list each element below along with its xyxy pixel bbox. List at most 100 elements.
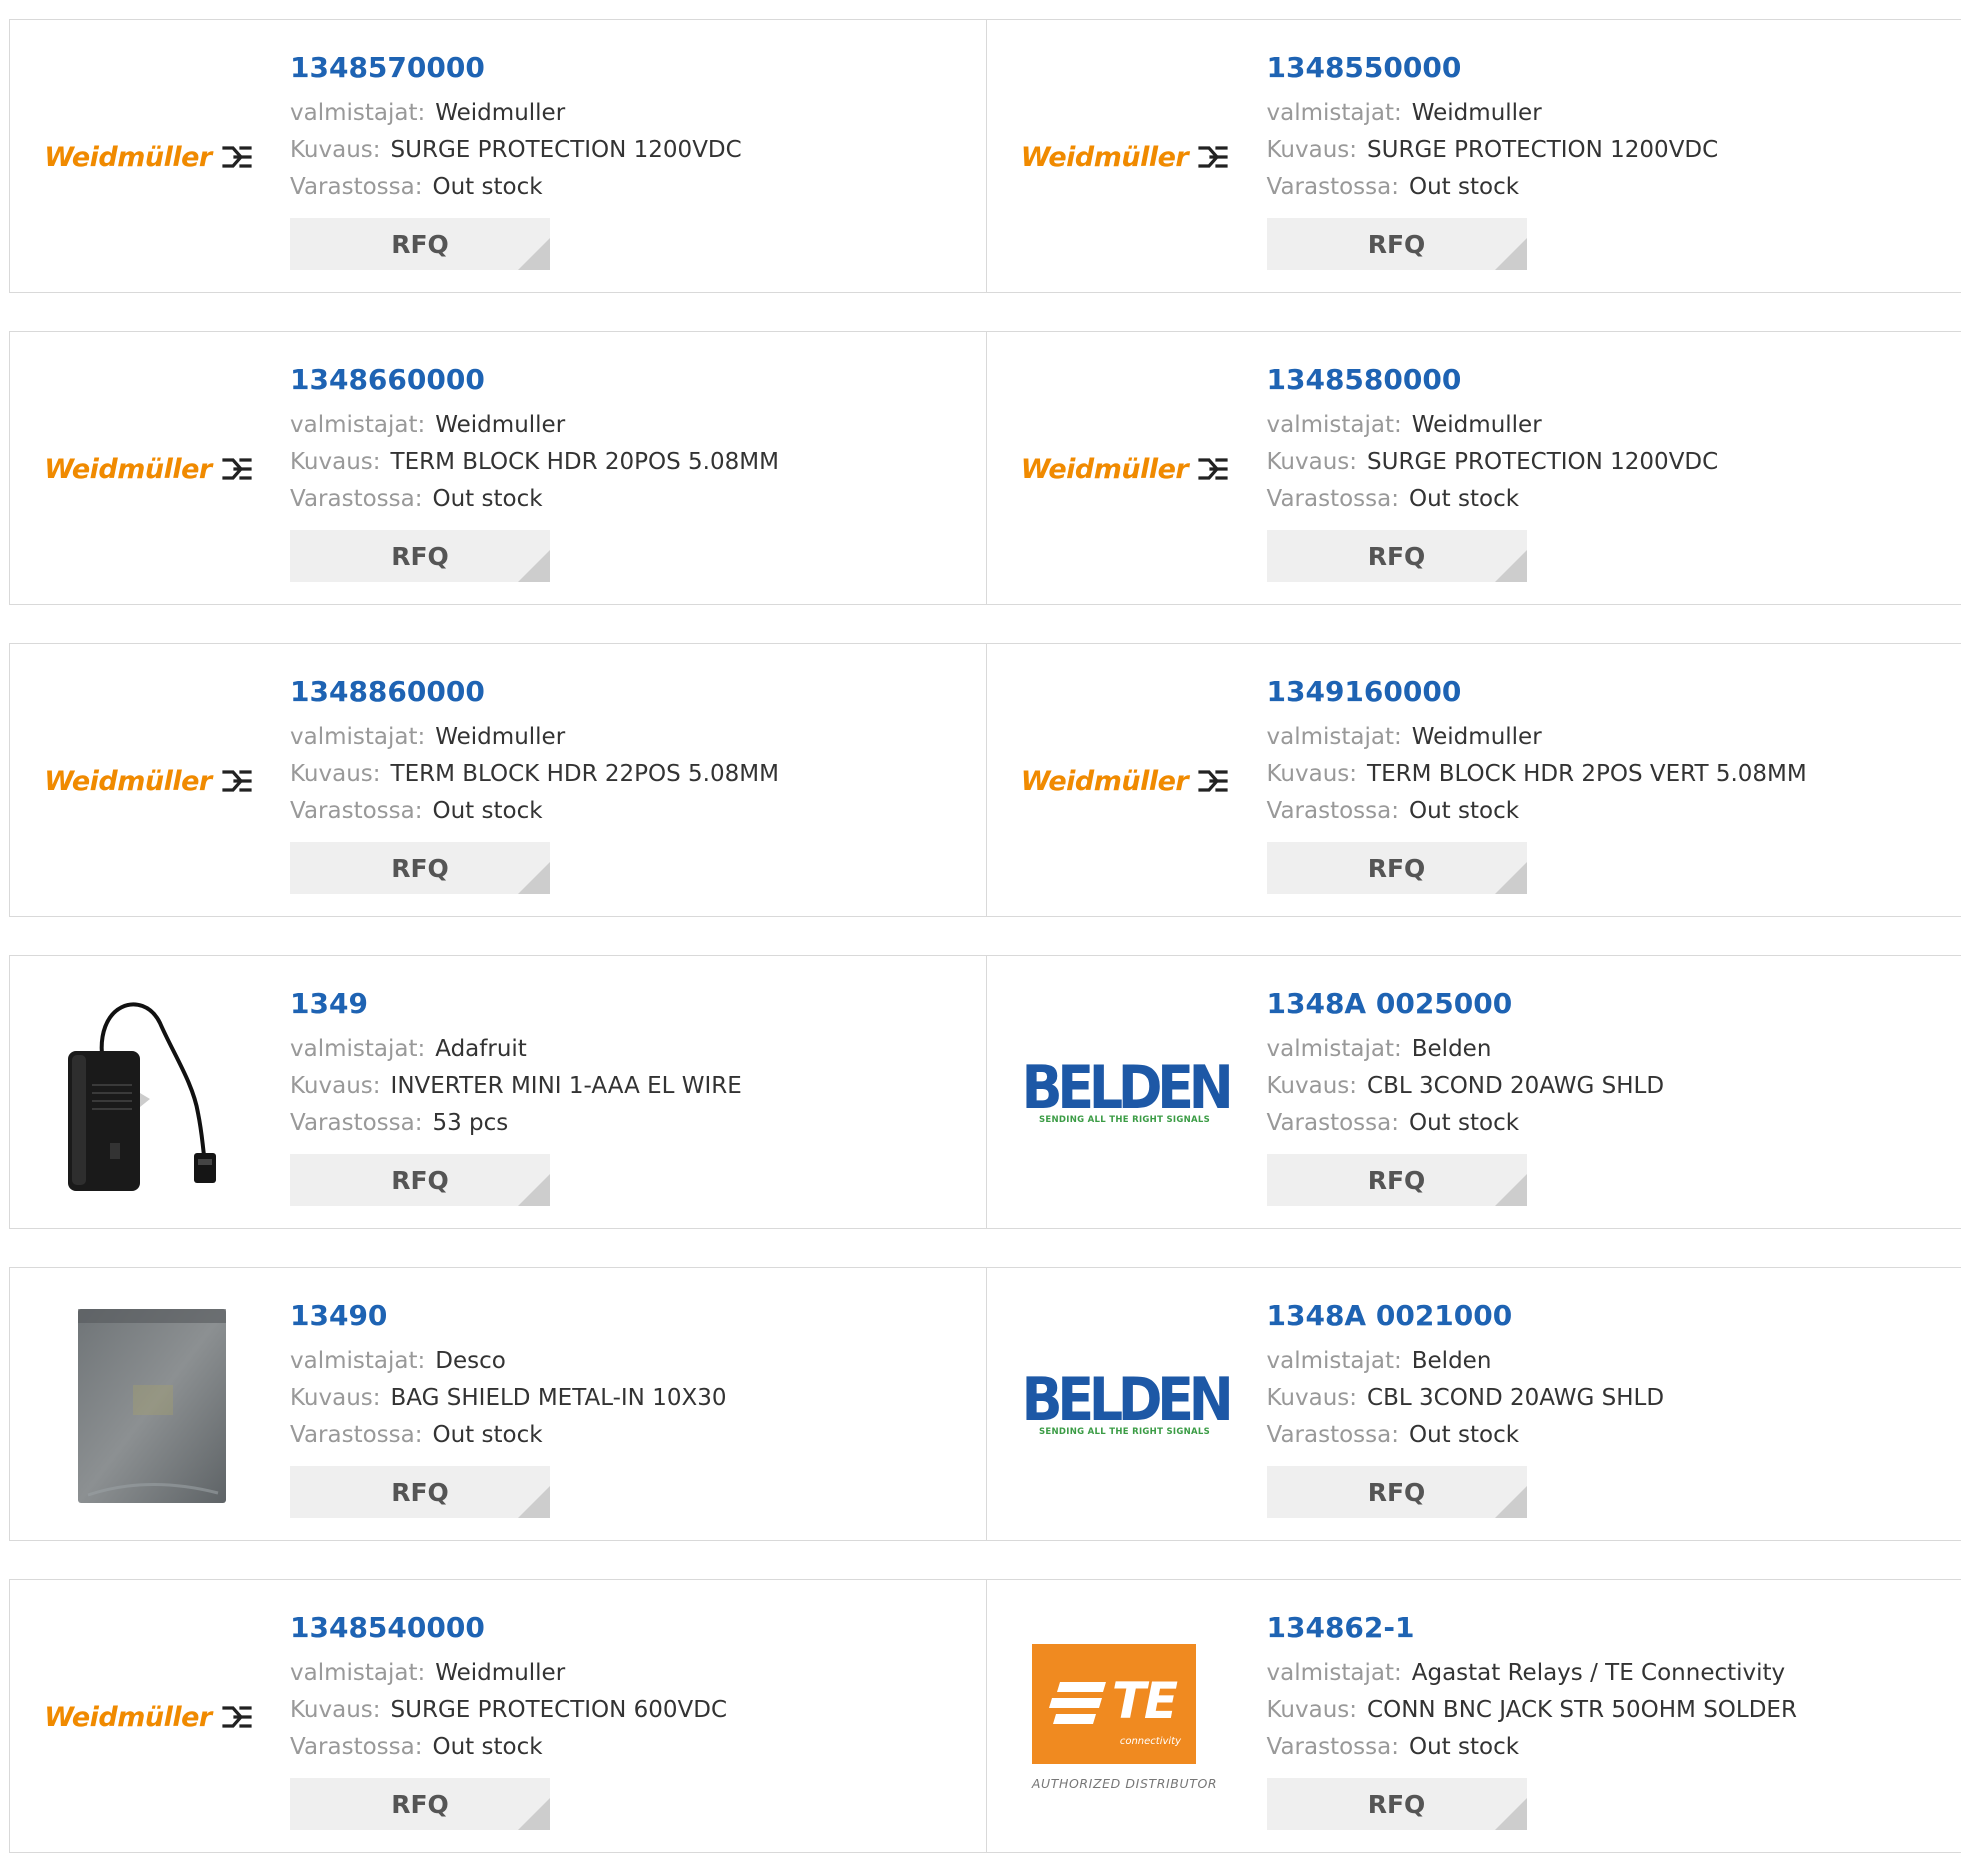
part-number-link[interactable]: 1348660000 [290,363,779,397]
rfq-button[interactable]: RFQ [290,842,550,894]
product-image[interactable]: BELDEN SENDING ALL THE RIGHT SIGNALS [1025,993,1225,1193]
rfq-corner-decoration [1495,862,1527,894]
rfq-button[interactable]: RFQ [290,1466,550,1518]
weidmuller-logo-text: Weidmüller [44,454,211,485]
manufacturer-value: Weidmuller [435,412,565,438]
stock-line: Varastossa:Out stock [290,481,779,518]
part-number-link[interactable]: 1348540000 [290,1611,727,1645]
rfq-button[interactable]: RFQ [1267,1466,1527,1518]
part-number-link[interactable]: 1348580000 [1267,363,1719,397]
rfq-button[interactable]: RFQ [290,530,550,582]
product-image[interactable]: Weidmüller [1025,57,1225,257]
shield-bag-photo [48,1305,248,1505]
manufacturer-value: Weidmuller [435,1660,565,1686]
product-info: 1349valmistajat:AdafruitKuvaus:INVERTER … [290,987,742,1206]
rfq-button[interactable]: RFQ [1267,842,1527,894]
manufacturer-line: valmistajat:Adafruit [290,1031,742,1068]
product-image[interactable]: TE connectivity AUTHORIZED DISTRIBUTOR [1025,1617,1225,1817]
product-info: 1348570000valmistajat:WeidmullerKuvaus:S… [290,51,742,270]
stock-line: Varastossa:Out stock [1267,169,1719,206]
weidmuller-mark-icon [222,145,252,169]
rfq-label: RFQ [391,854,449,883]
part-number-link[interactable]: 134862-1 [1267,1611,1797,1645]
stock-value: 53 pcs [432,1110,508,1136]
te-logo-text: TE [1112,1672,1176,1730]
stock-label: Varastossa: [1267,798,1399,824]
part-number-link[interactable]: 1348570000 [290,51,742,85]
weidmuller-mark-icon [222,769,252,793]
stock-line: Varastossa:Out stock [1267,1105,1665,1142]
product-row: 13490valmistajat:DescoKuvaus:BAG SHIELD … [9,1267,1961,1541]
product-image[interactable]: Weidmüller [48,1617,248,1817]
part-number-link[interactable]: 1348860000 [290,675,779,709]
manufacturer-line: valmistajat:Belden [1267,1031,1665,1068]
manufacturer-line: valmistajat:Agastat Relays / TE Connecti… [1267,1655,1797,1692]
part-number-link[interactable]: 1348A 0025000 [1267,987,1665,1021]
manufacturer-value: Weidmuller [1412,412,1542,438]
belden-logo: BELDEN SENDING ALL THE RIGHT SIGNALS [1010,1061,1240,1125]
te-authorized-text: AUTHORIZED DISTRIBUTOR [1032,1776,1217,1791]
description-label: Kuvaus: [1267,1697,1358,1723]
product-image[interactable]: Weidmüller [1025,369,1225,569]
weidmuller-logo: Weidmüller [1021,142,1228,173]
description-line: Kuvaus: SURGE PROTECTION 1200VDC [1267,132,1719,169]
belden-logo-text: BELDEN [1021,1061,1228,1115]
product-image[interactable]: Weidmüller [1025,681,1225,881]
stock-line: Varastossa:Out stock [290,1729,727,1766]
product-image[interactable] [48,993,248,1193]
product-row: Weidmüller 1348570000 valmistajat:Weidmul… [9,19,1961,293]
description-value: SURGE PROTECTION 1200VDC [1367,449,1718,475]
stock-line: Varastossa:Out stock [290,1417,727,1454]
weidmuller-logo-text: Weidmüller [44,142,211,173]
rfq-button[interactable]: RFQ [290,1154,550,1206]
description-value: CBL 3COND 20AWG SHLD [1367,1073,1664,1099]
product-card: Weidmüller 1348570000 valmistajat:Weidmul… [10,20,986,292]
product-image[interactable]: Weidmüller [48,57,248,257]
rfq-button[interactable]: RFQ [1267,1778,1527,1830]
stock-label: Varastossa: [1267,1734,1399,1760]
rfq-label: RFQ [1368,1166,1426,1195]
te-logo-box: TE connectivity [1032,1644,1196,1764]
part-number-link[interactable]: 1348A 0021000 [1267,1299,1665,1333]
product-image[interactable]: Weidmüller [48,681,248,881]
rfq-button[interactable]: RFQ [290,218,550,270]
manufacturer-value: Weidmuller [1412,100,1542,126]
rfq-corner-decoration [1495,238,1527,270]
description-value: INVERTER MINI 1-AAA EL WIRE [391,1073,742,1099]
rfq-button[interactable]: RFQ [1267,1154,1527,1206]
product-card: Weidmüller 1348860000valmistajat:Weidmul… [10,644,986,916]
part-number-link[interactable]: 1348550000 [1267,51,1719,85]
description-value: SURGE PROTECTION 1200VDC [1367,137,1718,163]
weidmuller-mark-icon [1198,145,1228,169]
product-card: Weidmüller 1348660000valmistajat:Weidmul… [10,332,986,604]
rfq-button[interactable]: RFQ [290,1778,550,1830]
rfq-button[interactable]: RFQ [1267,530,1527,582]
description-label: Kuvaus: [1267,137,1358,163]
description-value: TERM BLOCK HDR 20POS 5.08MM [391,449,779,475]
product-image[interactable]: Weidmüller [48,369,248,569]
stock-value: Out stock [1409,1110,1519,1136]
weidmuller-mark-icon [222,1705,252,1729]
stock-value: Out stock [1409,1734,1519,1760]
inverter-photo [48,993,248,1193]
rfq-label: RFQ [391,1166,449,1195]
manufacturer-value: Desco [435,1348,506,1374]
stock-label: Varastossa: [1267,486,1399,512]
part-number-link[interactable]: 13490 [290,1299,727,1333]
part-number-link[interactable]: 1349160000 [1267,675,1807,709]
description-label: Kuvaus: [1267,449,1358,475]
product-info: 1348550000valmistajat:WeidmullerKuvaus:S… [1267,51,1719,270]
rfq-button[interactable]: RFQ [1267,218,1527,270]
manufacturer-value: Weidmuller [435,724,565,750]
manufacturer-line: valmistajat:Weidmuller [1267,407,1719,444]
product-image[interactable]: BELDEN SENDING ALL THE RIGHT SIGNALS [1025,1305,1225,1505]
product-image[interactable] [48,1305,248,1505]
manufacturer-label: valmistajat: [1267,724,1402,750]
product-info: 13490valmistajat:DescoKuvaus:BAG SHIELD … [290,1299,727,1518]
stock-value: Out stock [432,1734,542,1760]
product-card: Weidmüller 1348540000valmistajat:Weidmul… [10,1580,986,1852]
stock-line: Varastossa: Out stock [1267,1729,1797,1766]
part-number-link[interactable]: 1349 [290,987,742,1021]
product-row: 1349valmistajat:AdafruitKuvaus:INVERTER … [9,955,1961,1229]
manufacturer-line: valmistajat:Weidmuller [290,95,742,132]
